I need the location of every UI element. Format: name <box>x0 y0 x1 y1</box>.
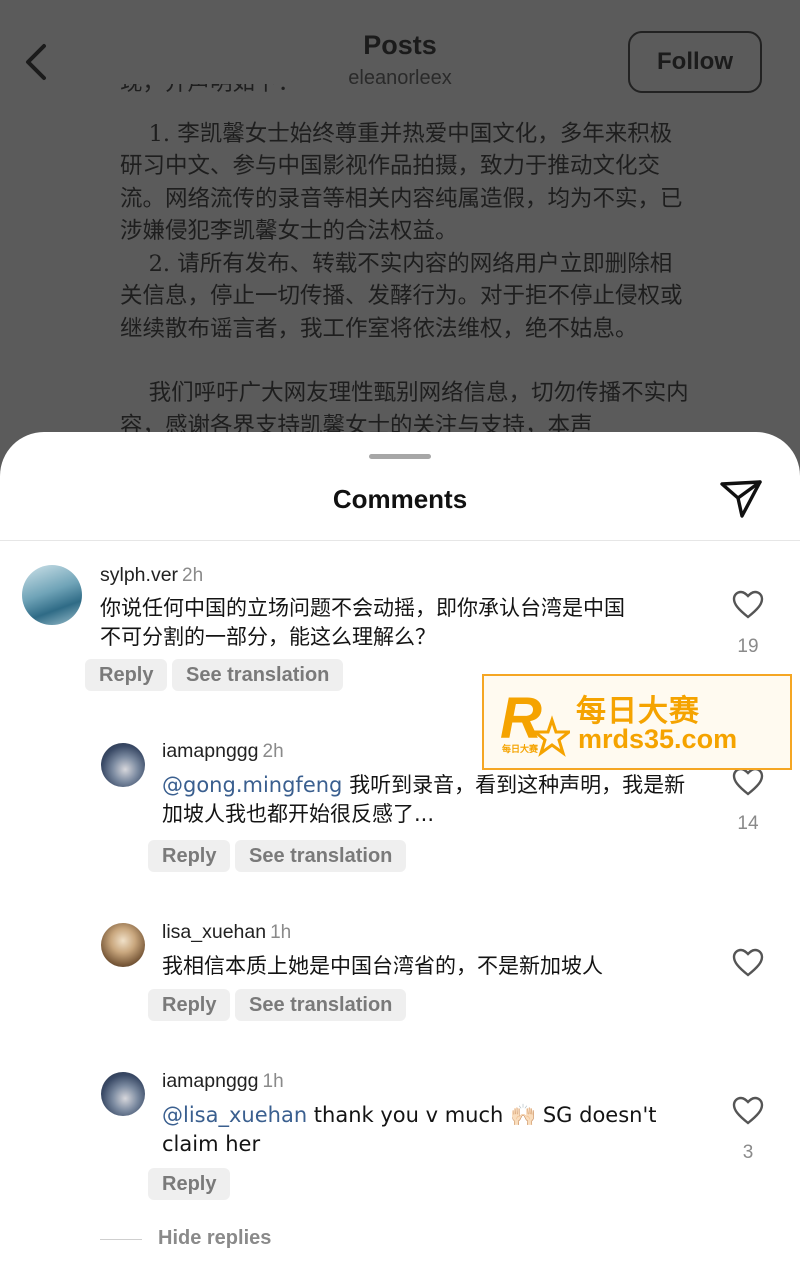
comment-username[interactable]: iamapnggg <box>162 740 259 762</box>
comment-header: sylph.ver 2h <box>100 564 203 587</box>
watermark-ad[interactable]: R 每日大赛 每日大赛 mrds35.com <box>482 674 792 770</box>
like-heart-icon[interactable] <box>732 1096 764 1126</box>
like-heart-icon[interactable] <box>732 948 764 978</box>
avatar[interactable] <box>101 923 145 967</box>
post-text-cut-line: 现，并声明如下： <box>120 84 690 100</box>
comment-username[interactable]: iamapnggg <box>162 1070 259 1092</box>
see-translation-button[interactable]: See translation <box>235 840 407 872</box>
comment-text: @gong.mingfeng 我听到录音，看到这种声明，我是新加坡人我也都开始很… <box>162 771 702 829</box>
sheet-drag-handle[interactable] <box>369 454 431 459</box>
comments-sheet: Comments sylph.ver 2h 你说任何中国的立场问题不会动摇，即你承… <box>0 432 800 1278</box>
post-paragraph-3: 我们呼吁广大网友理性甄别网络信息，切勿传播不实内容，感谢各界支持凯馨女士的关注与… <box>120 380 689 434</box>
post-paragraph-2: 2. 请所有发布、转载不实内容的网络用户立即删除相关信息，停止一切传播、发酵行为… <box>120 250 683 342</box>
mention-link[interactable]: @gong.mingfeng <box>162 773 342 797</box>
reply-button[interactable]: Reply <box>85 659 168 691</box>
like-count: 19 <box>737 636 759 657</box>
hide-replies-line <box>100 1239 142 1240</box>
svg-text:R: R <box>500 686 542 751</box>
comment-time: 1h <box>262 1071 284 1092</box>
avatar[interactable] <box>101 1072 145 1116</box>
comment-time: 2h <box>262 741 284 762</box>
see-translation-button[interactable]: See translation <box>172 659 344 691</box>
brand-url[interactable]: mrds35.com <box>578 724 737 755</box>
sheet-divider <box>0 540 800 541</box>
see-translation-button[interactable]: See translation <box>235 989 407 1021</box>
reply-button[interactable]: Reply <box>148 989 231 1021</box>
comment-username[interactable]: sylph.ver <box>100 564 178 586</box>
comment-username[interactable]: lisa_xuehan <box>162 921 266 943</box>
svg-text:每日大赛: 每日大赛 <box>502 743 539 755</box>
mention-link[interactable]: @lisa_xuehan <box>162 1103 307 1127</box>
avatar[interactable] <box>22 565 82 625</box>
reply-button[interactable]: Reply <box>148 840 231 872</box>
avatar[interactable] <box>101 743 145 787</box>
post-paragraph-1: 1. 李凯馨女士始终尊重并热爱中国文化，多年来积极研习中文、参与中国影视作品拍摄… <box>120 120 683 245</box>
hide-replies-button[interactable]: Hide replies <box>158 1227 271 1250</box>
like-heart-icon[interactable] <box>732 767 764 797</box>
comment-time: 2h <box>182 565 204 586</box>
like-count: 3 <box>742 1142 754 1163</box>
brand-logo-icon: R 每日大赛 <box>500 686 570 757</box>
comment-text: 你说任何中国的立场问题不会动摇，即你承认台湾是中国不可分割的一部分，能这么理解么… <box>100 596 625 649</box>
comment-header: iamapnggg 2h <box>162 740 284 763</box>
comment-header: lisa_xuehan 1h <box>162 921 291 944</box>
comment-time: 1h <box>270 922 292 943</box>
comment-text: 我相信本质上她是中国台湾省的，不是新加坡人 <box>162 954 603 978</box>
like-count: 14 <box>737 813 759 834</box>
comment-text: @lisa_xuehan thank you v much 🙌🏻 SG does… <box>162 1101 702 1159</box>
comments-title: Comments <box>332 484 468 514</box>
comment-header: iamapnggg 1h <box>162 1070 284 1093</box>
share-send-icon[interactable] <box>718 476 764 522</box>
like-heart-icon[interactable] <box>732 590 764 620</box>
post-image-text: 现，并声明如下： 1. 李凯馨女士始终尊重并热爱中国文化，多年来积极研习中文、参… <box>120 84 690 434</box>
reply-button[interactable]: Reply <box>148 1168 231 1200</box>
